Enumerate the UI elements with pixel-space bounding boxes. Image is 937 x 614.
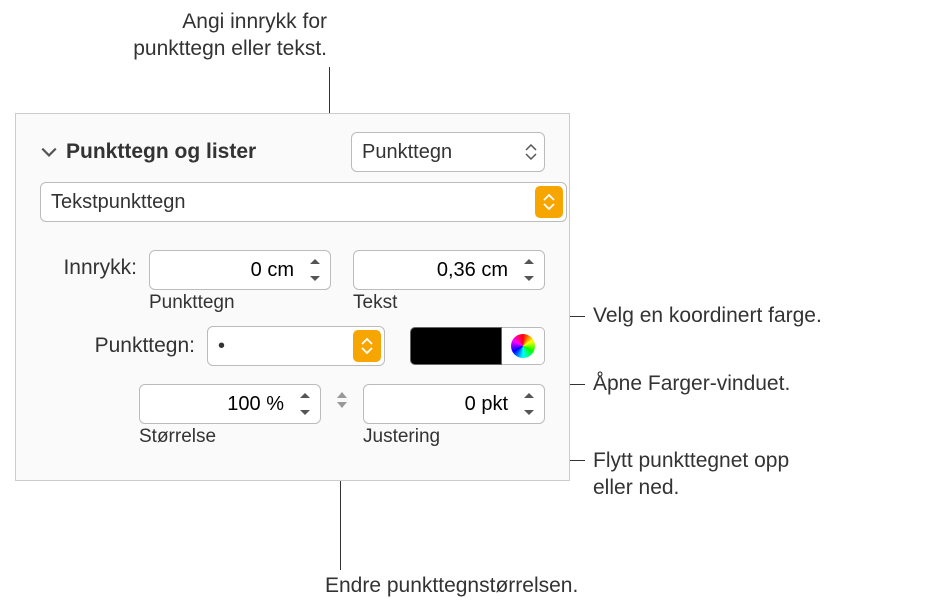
list-style-value: Punkttegn — [362, 141, 452, 164]
bullets-lists-panel: Punkttegn og lister Punkttegn Tekstpunkt… — [15, 113, 570, 481]
alignment-group: Justering — [363, 384, 545, 448]
color-controls — [410, 327, 545, 365]
callout-alignment: Flytt punkttegnet oppeller ned. — [593, 447, 789, 502]
color-wheel-icon — [511, 334, 535, 358]
dropdown-toggle-icon — [353, 330, 381, 362]
indent-label: Innrykk: — [40, 250, 149, 280]
header-label: Punkttegn og lister — [66, 140, 256, 164]
indent-bullet-stepper[interactable] — [149, 250, 331, 290]
indent-bullet-group: Punkttegn — [149, 250, 331, 314]
indent-text-group: Tekst — [353, 250, 545, 314]
indent-row: Innrykk: Punkttegn — [40, 250, 545, 314]
indent-text-value[interactable] — [354, 259, 514, 282]
bullet-char-value: • — [218, 335, 225, 358]
alignment-stepper[interactable] — [363, 384, 545, 424]
size-align-row: Størrelse Justering — [40, 384, 545, 448]
stepper-arrows-icon[interactable] — [304, 254, 326, 286]
dropdown-toggle-icon — [535, 186, 563, 218]
text-bullets-select[interactable]: Tekstpunkttegn — [40, 182, 567, 222]
callout-color-wheel: Åpne Farger-vinduet. — [593, 370, 790, 397]
indent-bullet-value[interactable] — [150, 259, 300, 282]
color-swatch-button[interactable] — [410, 327, 502, 365]
indent-text-stepper[interactable] — [353, 250, 545, 290]
size-group: Størrelse — [139, 384, 321, 448]
disclosure-chevron-icon[interactable] — [40, 143, 58, 161]
header-row: Punkttegn og lister Punkttegn — [40, 132, 545, 172]
size-sublabel: Størrelse — [139, 426, 321, 448]
color-wheel-button[interactable] — [502, 327, 545, 365]
stepper-arrows-icon[interactable] — [518, 388, 540, 420]
callout-size: Endre punkttegnstørrelsen. — [325, 572, 578, 599]
stepper-arrows-icon[interactable] — [294, 388, 316, 420]
updown-arrows-icon — [524, 143, 538, 161]
bullet-char-select[interactable]: • — [207, 326, 385, 366]
text-bullets-value: Tekstpunkttegn — [51, 191, 186, 214]
size-value[interactable] — [140, 393, 290, 416]
stepper-arrows-icon[interactable] — [518, 254, 540, 286]
list-style-select[interactable]: Punkttegn — [351, 132, 545, 172]
vertical-arrows-icon — [331, 390, 353, 410]
bullet-char-row: Punkttegn: • — [40, 326, 545, 366]
size-stepper[interactable] — [139, 384, 321, 424]
indent-bullet-sublabel: Punkttegn — [149, 292, 331, 314]
alignment-sublabel: Justering — [363, 426, 545, 448]
alignment-value[interactable] — [364, 393, 514, 416]
callout-color-swatch: Velg en koordinert farge. — [593, 302, 822, 329]
callout-indent: Angi innrykk forpunkttegn eller tekst. — [47, 8, 327, 63]
bullet-char-label: Punkttegn: — [40, 334, 207, 358]
indent-text-sublabel: Tekst — [353, 292, 545, 314]
